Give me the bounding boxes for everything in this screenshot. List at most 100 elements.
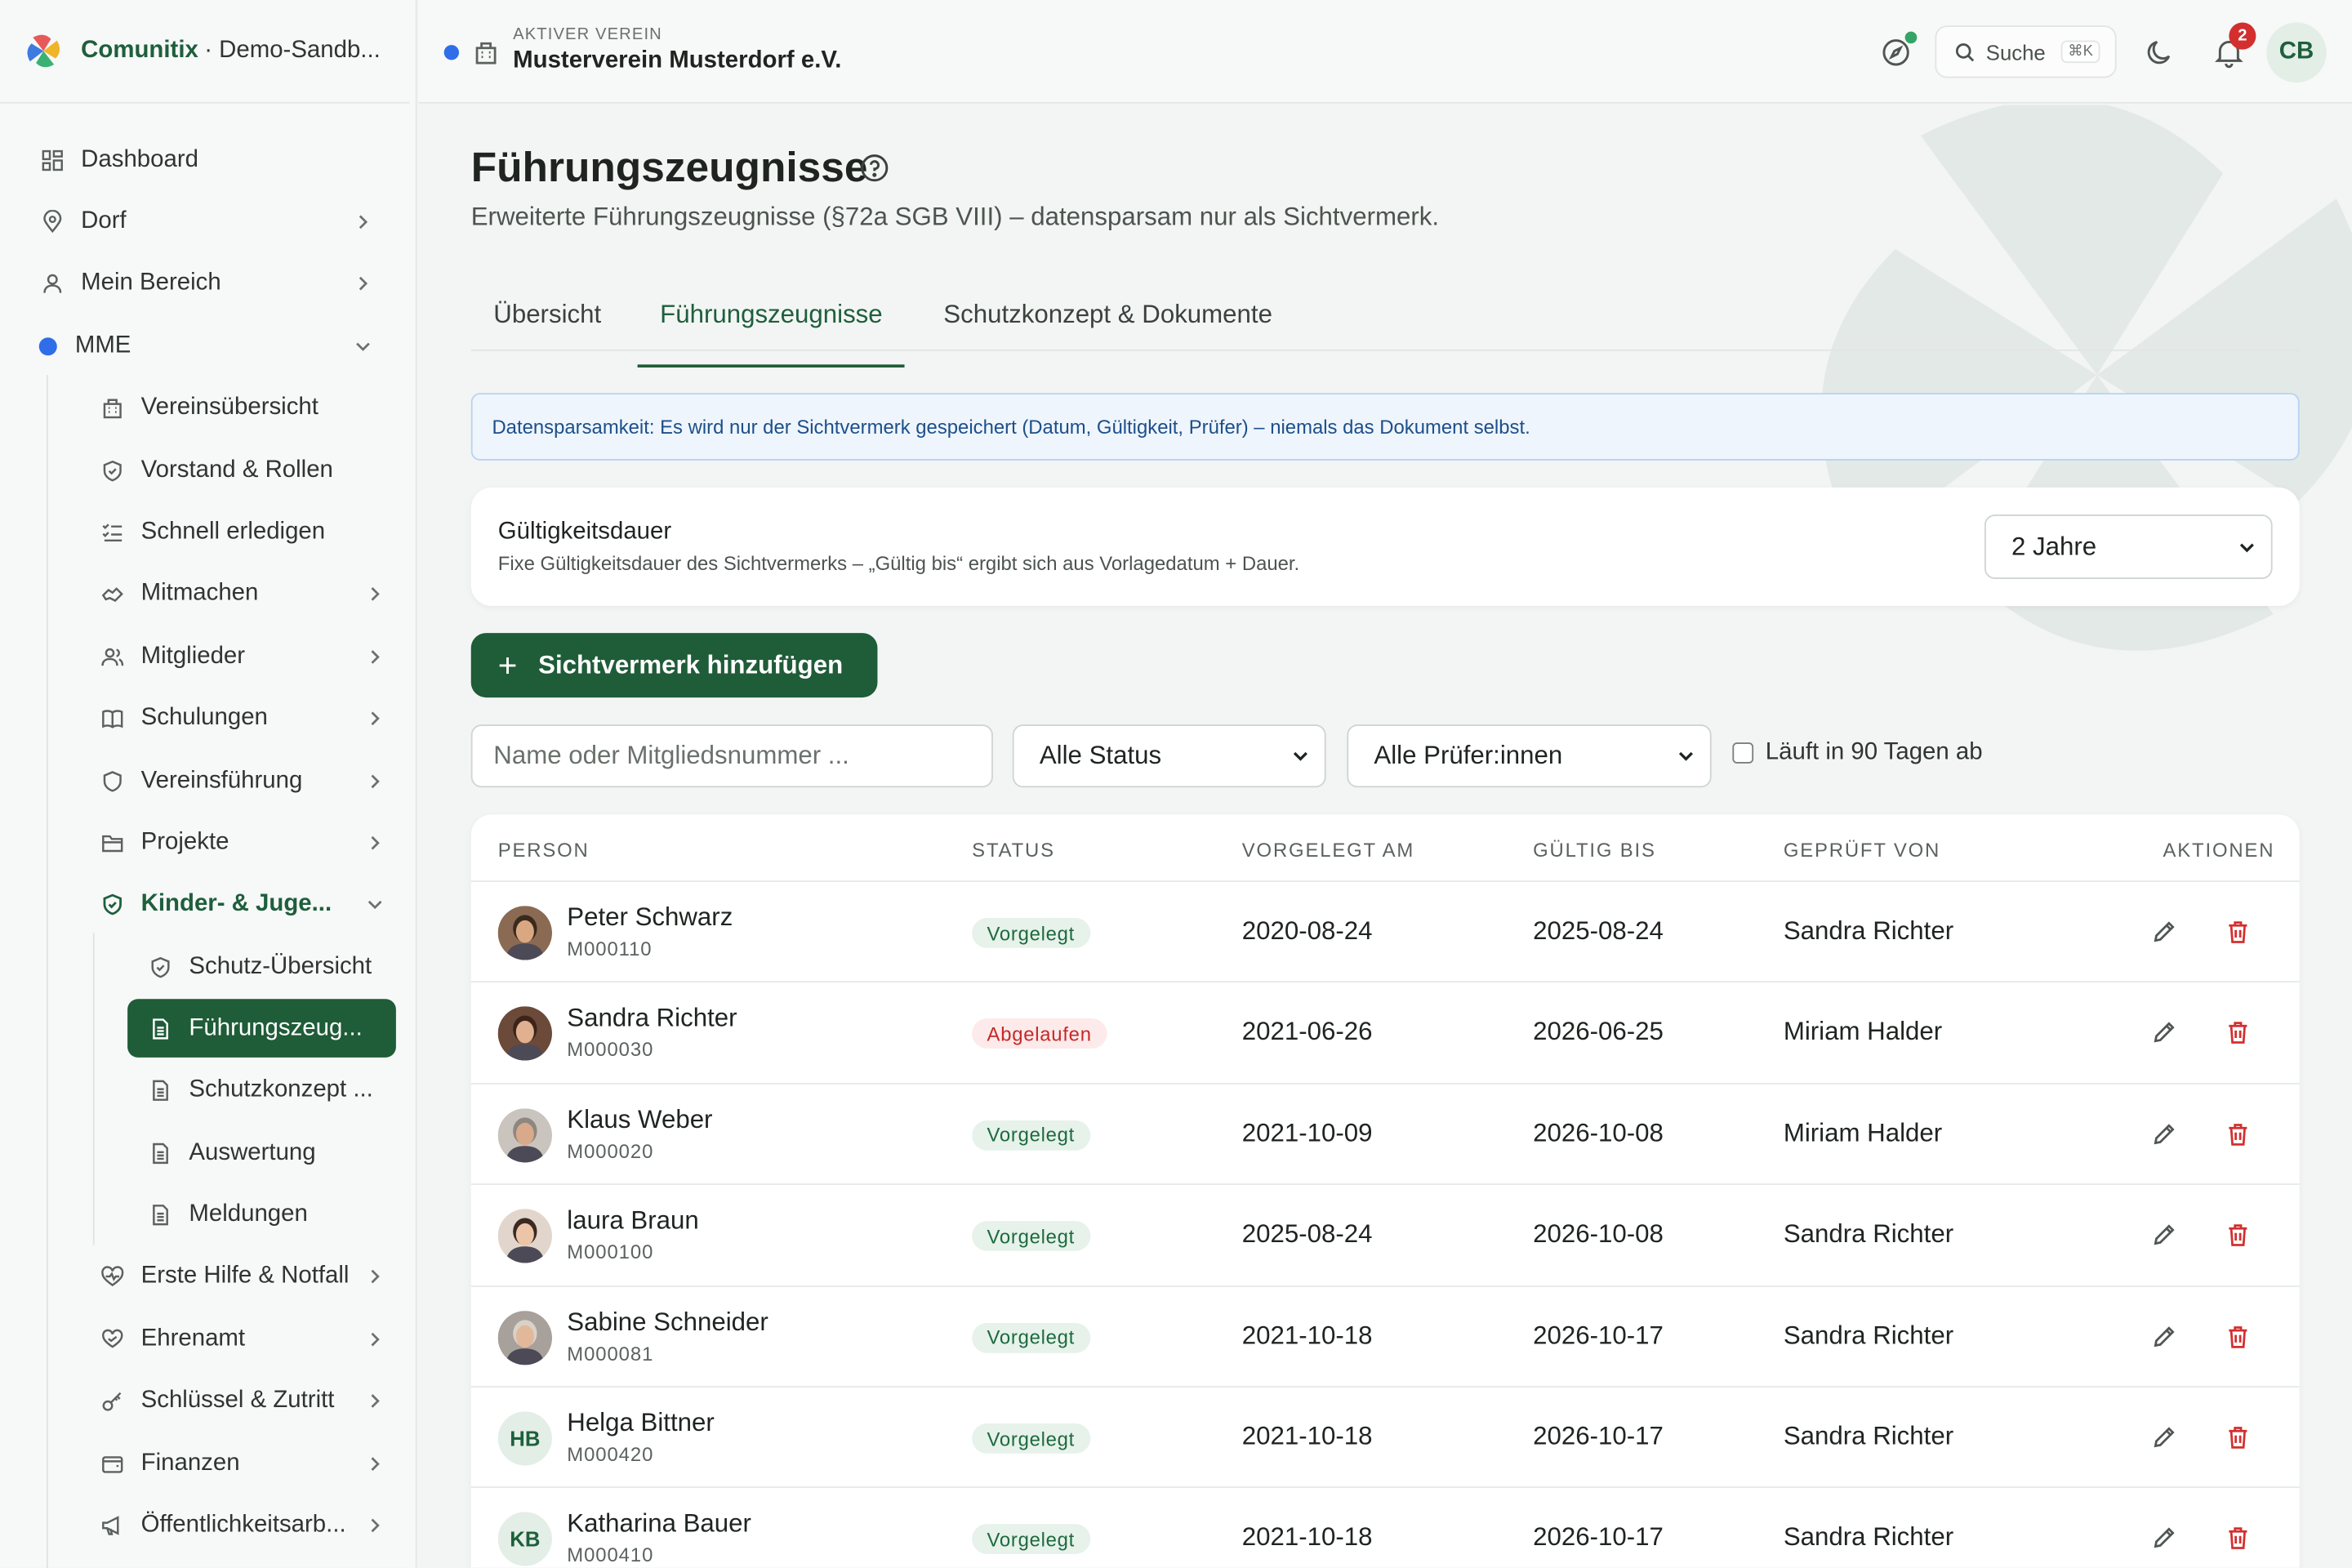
trash-icon[interactable] [2225, 1525, 2252, 1552]
col-status[interactable]: STATUS [972, 839, 1055, 862]
expiring-filter[interactable]: Läuft in 90 Tagen ab [1732, 739, 1983, 766]
sidebar-item-mme[interactable]: MME [0, 315, 417, 377]
sidebar-item-schluessel-zutritt[interactable]: Schlüssel & Zutritt [0, 1370, 417, 1432]
sidebar-item-mitglieder[interactable]: Mitglieder [0, 626, 417, 688]
sidebar-item-auswertung[interactable]: Auswertung [0, 1122, 417, 1184]
table-row[interactable]: Sandra Richter M000030 Abgelaufen 2021-0… [470, 981, 2300, 1083]
member-id: M000410 [567, 1544, 654, 1567]
chevron-down-icon [1678, 751, 1693, 761]
user-avatar[interactable]: CB [2266, 22, 2327, 83]
person-name[interactable]: Helga Bittner [567, 1409, 715, 1439]
col-valid-until[interactable]: GÜLTIG BIS [1533, 839, 1656, 862]
trash-icon[interactable] [2225, 1423, 2252, 1450]
reviewer-name: Sandra Richter [1783, 1321, 1954, 1350]
person-name[interactable]: Peter Schwarz [567, 903, 733, 933]
sidebar-item-kinder-jugendschutz[interactable]: Kinder- & Juge... [0, 874, 417, 936]
person-name[interactable]: Katharina Bauer [567, 1509, 751, 1539]
trash-icon[interactable] [2225, 1322, 2252, 1349]
search-button[interactable]: Suche ⌘K [1935, 25, 2117, 78]
sidebar-item-schutzkonzept[interactable]: Schutzkonzept ... [0, 1060, 417, 1122]
chevron-right-icon [371, 1394, 380, 1408]
trash-icon[interactable] [2225, 1019, 2252, 1046]
sidebar-item-erste-hilfe[interactable]: Erste Hilfe & Notfall [0, 1246, 417, 1308]
document-icon [147, 1015, 174, 1042]
sidebar-item-ehrenamt[interactable]: Ehrenamt [0, 1308, 417, 1370]
sidebar-item-schutz-uebersicht[interactable]: Schutz-Übersicht [0, 936, 417, 998]
sidebar-item-schnell-erledigen[interactable]: Schnell erledigen [0, 501, 417, 564]
building-icon [99, 395, 126, 422]
add-button-label: Sichtvermerk hinzufügen [538, 650, 844, 679]
edit-icon[interactable] [2151, 918, 2178, 945]
sidebar-item-vereinsfuehrung[interactable]: Vereinsführung [0, 750, 417, 812]
expiring-checkbox[interactable] [1732, 742, 1754, 764]
person-name[interactable]: Sabine Schneider [567, 1307, 768, 1338]
tab-fuehrungszeugnisse[interactable]: Führungszeugnisse [637, 300, 906, 368]
table-row[interactable]: laura Braun M000100 Vorgelegt 2025-08-24… [470, 1183, 2300, 1285]
edit-icon[interactable] [2151, 1120, 2178, 1147]
status-filter-select[interactable]: Alle Status [1012, 724, 1326, 788]
table-row[interactable]: Klaus Weber M000020 Vorgelegt 2021-10-09… [470, 1082, 2300, 1184]
sidebar-item-fuehrungszeugnisse[interactable]: Führungszeug... [127, 1000, 396, 1058]
page-title: Führungszeugnisse [470, 144, 868, 191]
table-row[interactable]: KB Katharina Bauer M000410 Vorgelegt 202… [470, 1486, 2300, 1567]
status-badge: Vorgelegt [972, 1322, 1090, 1352]
validity-duration-value: 2 Jahre [2011, 532, 2097, 561]
chevron-down-icon [368, 901, 382, 910]
megaphone-icon [99, 1512, 126, 1539]
col-person[interactable]: PERSON [498, 839, 590, 862]
table-row[interactable]: HB Helga Bittner M000420 Vorgelegt 2021-… [470, 1386, 2300, 1487]
submitted-date: 2021-10-18 [1241, 1422, 1373, 1451]
sidebar-nav: Dashboard Dorf Mein Bereich MME Vereinsü… [0, 129, 417, 1557]
sidebar-item-finanzen[interactable]: Finanzen [0, 1432, 417, 1494]
reviewer-filter-select[interactable]: Alle Prüfer:innen [1347, 724, 1712, 788]
search-input[interactable]: Name oder Mitgliedsnummer ... [470, 724, 993, 788]
edit-icon[interactable] [2151, 1221, 2178, 1248]
sidebar-item-oeffentlichkeitsarbeit[interactable]: Öffentlichkeitsarb... [0, 1494, 417, 1557]
tab-schutzkonzept-dokumente[interactable]: Schutzkonzept & Dokumente [943, 300, 1272, 350]
member-id: M000081 [567, 1342, 654, 1365]
col-submitted[interactable]: VORGELEGT AM [1242, 839, 1414, 862]
sidebar-item-schulungen[interactable]: Schulungen [0, 688, 417, 750]
brand-name: Comunitix [81, 37, 198, 64]
edit-icon[interactable] [2151, 1525, 2178, 1552]
person-avatar: KB [497, 1512, 552, 1567]
sidebar-item-mitmachen[interactable]: Mitmachen [0, 564, 417, 626]
person-name[interactable]: Sandra Richter [567, 1004, 737, 1034]
reviewer-name: Sandra Richter [1783, 1522, 1954, 1552]
validity-duration-select[interactable]: 2 Jahre [1984, 514, 2273, 579]
chevron-right-icon [371, 773, 380, 788]
moon-icon[interactable] [2144, 36, 2176, 69]
sidebar-item-meldungen[interactable]: Meldungen [0, 1184, 417, 1246]
trash-icon[interactable] [2225, 1120, 2252, 1147]
sidebar-item-label: Dashboard [81, 146, 198, 172]
brand[interactable]: Comunitix · Demo-Sandb... [0, 0, 410, 104]
active-club-name[interactable]: Musterverein Musterdorf e.V. [513, 48, 841, 75]
edit-icon[interactable] [2151, 1423, 2178, 1450]
trash-icon[interactable] [2225, 918, 2252, 945]
sidebar-item-vorstand-rollen[interactable]: Vorstand & Rollen [0, 439, 417, 501]
col-actions: AKTIONEN [2163, 838, 2275, 862]
person-name[interactable]: laura Braun [567, 1206, 698, 1236]
sidebar-item-dorf[interactable]: Dorf [0, 191, 417, 253]
trash-icon[interactable] [2225, 1221, 2252, 1248]
add-sichtvermerk-button[interactable]: + Sichtvermerk hinzufügen [470, 633, 878, 698]
tab-uebersicht[interactable]: Übersicht [493, 300, 601, 350]
chevron-right-icon [371, 835, 380, 850]
person-name[interactable]: Klaus Weber [567, 1105, 712, 1135]
sidebar-item-dashboard[interactable]: Dashboard [0, 129, 417, 191]
sidebar-item-label: Mitmachen [140, 581, 259, 607]
col-reviewer[interactable]: GEPRÜFT VON [1784, 839, 1940, 862]
edit-icon[interactable] [2151, 1019, 2178, 1046]
sidebar: Comunitix · Demo-Sandb... Dashboard Dorf… [0, 0, 417, 1568]
submitted-date: 2021-06-26 [1241, 1018, 1373, 1046]
sidebar-item-vereinsuebersicht[interactable]: Vereinsübersicht [0, 377, 417, 439]
notification-count-badge: 2 [2229, 22, 2256, 50]
help-icon[interactable] [859, 153, 889, 183]
table-row[interactable]: Sabine Schneider M000081 Vorgelegt 2021-… [470, 1285, 2300, 1386]
sidebar-item-projekte[interactable]: Projekte [0, 812, 417, 874]
table-row[interactable]: Peter Schwarz M000110 Vorgelegt 2020-08-… [470, 880, 2300, 982]
search-shortcut: ⌘K [2060, 40, 2101, 64]
sidebar-item-mein-bereich[interactable]: Mein Bereich [0, 253, 417, 315]
edit-icon[interactable] [2151, 1322, 2178, 1349]
submitted-date: 2021-10-18 [1241, 1522, 1373, 1552]
